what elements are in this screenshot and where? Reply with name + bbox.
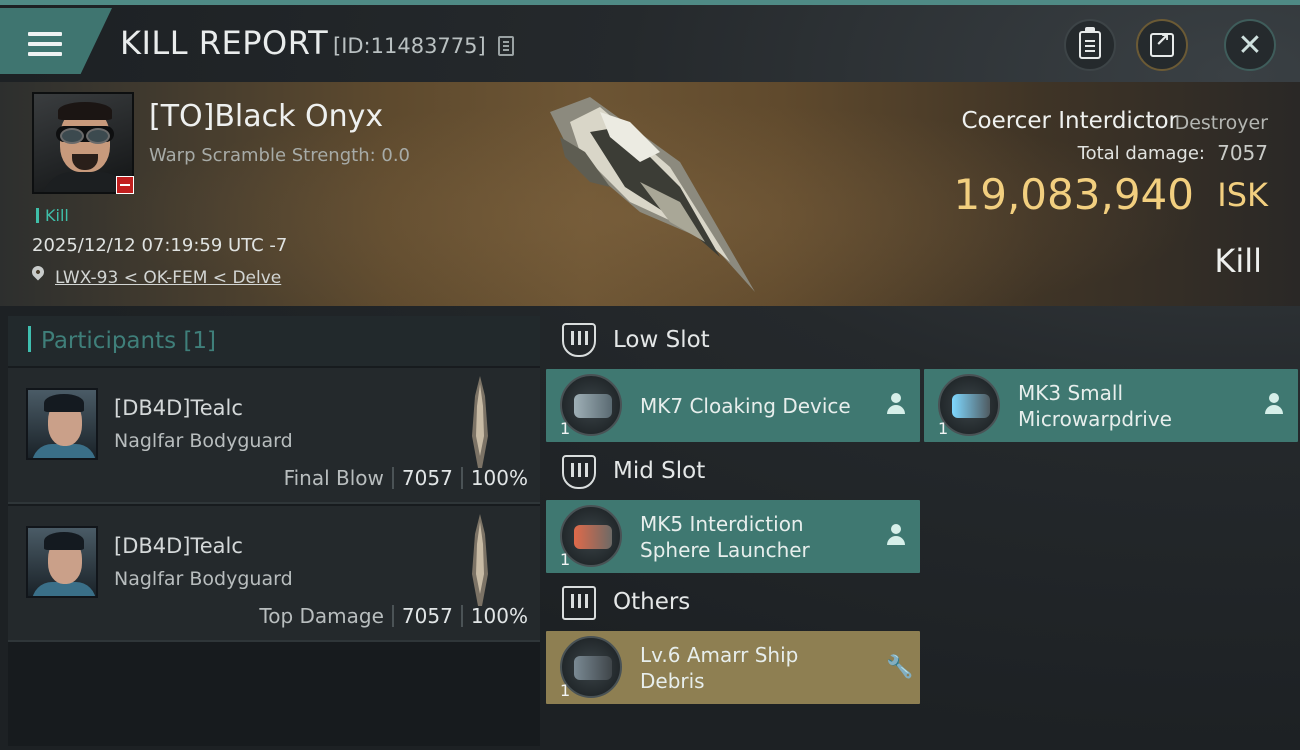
participant-stats: Final Blow 7057 100%	[284, 466, 528, 490]
item-quantity: 1	[938, 419, 949, 438]
item-name-line1: MK3 Small	[1018, 381, 1123, 405]
item-cloaking-device[interactable]: 1 MK7 Cloaking Device	[546, 369, 920, 442]
kill-datetime: 2025/12/12 07:19:59 UTC -7	[32, 235, 288, 256]
share-button[interactable]	[1136, 19, 1188, 71]
participant-percent: 100%	[470, 604, 528, 628]
close-button[interactable]: ✕	[1224, 19, 1276, 71]
participant-stats: Top Damage 7057 100%	[259, 604, 528, 628]
item-name-line1: Lv.6 Amarr Ship	[640, 643, 799, 667]
total-damage-label: Total damage:	[1077, 143, 1205, 164]
clipboard-button[interactable]	[1064, 19, 1116, 71]
warp-scramble-strength: Warp Scramble Strength: 0.0	[149, 145, 411, 166]
person-icon[interactable]	[886, 524, 906, 548]
item-ship-debris[interactable]: 1 Lv.6 Amarr Ship Debris 🔧	[546, 631, 920, 704]
share-icon	[1150, 30, 1174, 57]
item-quantity: 1	[560, 681, 571, 700]
clipboard-icon	[1079, 27, 1101, 59]
item-name-line2: Sphere Launcher	[640, 538, 810, 562]
outcome-label: Kill	[1214, 242, 1262, 280]
participant-name: [DB4D]Tealc	[114, 396, 243, 420]
item-quantity: 1	[560, 419, 571, 438]
participant-ship: Naglfar Bodyguard	[114, 568, 293, 590]
close-icon: ✕	[1237, 27, 1263, 63]
ship-image	[550, 97, 755, 292]
isk-value: 19,083,940	[953, 170, 1194, 219]
victim-name[interactable]: [TO]Black Onyx	[149, 99, 383, 134]
minus-badge-icon	[116, 176, 134, 194]
others-box-icon	[562, 586, 596, 620]
page-title: KILL REPORT	[120, 24, 329, 62]
participant-row[interactable]: [DB4D]Tealc Naglfar Bodyguard Final Blow…	[8, 368, 540, 504]
participant-damage: 7057	[401, 466, 453, 490]
participant-role: Final Blow	[283, 466, 384, 490]
ship-class: Destroyer	[1174, 112, 1268, 134]
participant-percent: 100%	[470, 466, 528, 490]
participant-ship-image	[472, 376, 488, 468]
participants-title[interactable]: Participants [1]	[28, 326, 216, 354]
participant-avatar[interactable]	[26, 388, 98, 460]
participant-avatar[interactable]	[26, 526, 98, 598]
item-name-line1: MK5 Interdiction	[640, 512, 804, 536]
item-quantity: 1	[560, 550, 571, 569]
others-label: Others	[613, 589, 691, 615]
top-accent-line	[0, 0, 1300, 5]
kill-tag: Kill	[36, 206, 69, 225]
mid-slot-icon	[562, 455, 596, 489]
item-name: MK7 Cloaking Device	[640, 394, 851, 418]
low-slot-icon	[562, 323, 596, 357]
wrench-icon[interactable]: 🔧	[886, 655, 913, 680]
hamburger-icon	[28, 32, 62, 62]
item-microwarpdrive[interactable]: 1 MK3 Small Microwarpdrive	[924, 369, 1298, 442]
item-name-line2: Debris	[640, 669, 705, 693]
participant-ship: Naglfar Bodyguard	[114, 430, 293, 452]
participant-ship-image	[472, 514, 488, 606]
isk-unit: ISK	[1217, 176, 1268, 214]
low-slot-label: Low Slot	[613, 327, 710, 353]
item-name-line2: Microwarpdrive	[1018, 407, 1172, 431]
participant-row[interactable]: [DB4D]Tealc Naglfar Bodyguard Top Damage…	[8, 506, 540, 642]
participant-role: Top Damage	[259, 604, 384, 628]
participant-damage: 7057	[401, 604, 453, 628]
report-id: [ID:11483775]	[333, 34, 486, 58]
mid-slot-label: Mid Slot	[613, 458, 706, 484]
location-link[interactable]: LWX-93 < OK-FEM < Delve	[55, 268, 281, 288]
person-icon[interactable]	[1264, 393, 1284, 417]
person-icon[interactable]	[886, 393, 906, 417]
copy-icon[interactable]	[498, 36, 514, 56]
ship-name[interactable]: Coercer Interdictor	[961, 108, 1178, 134]
total-damage-value: 7057	[1217, 141, 1268, 165]
participant-name: [DB4D]Tealc	[114, 534, 243, 558]
item-interdiction-sphere-launcher[interactable]: 1 MK5 Interdiction Sphere Launcher	[546, 500, 920, 573]
